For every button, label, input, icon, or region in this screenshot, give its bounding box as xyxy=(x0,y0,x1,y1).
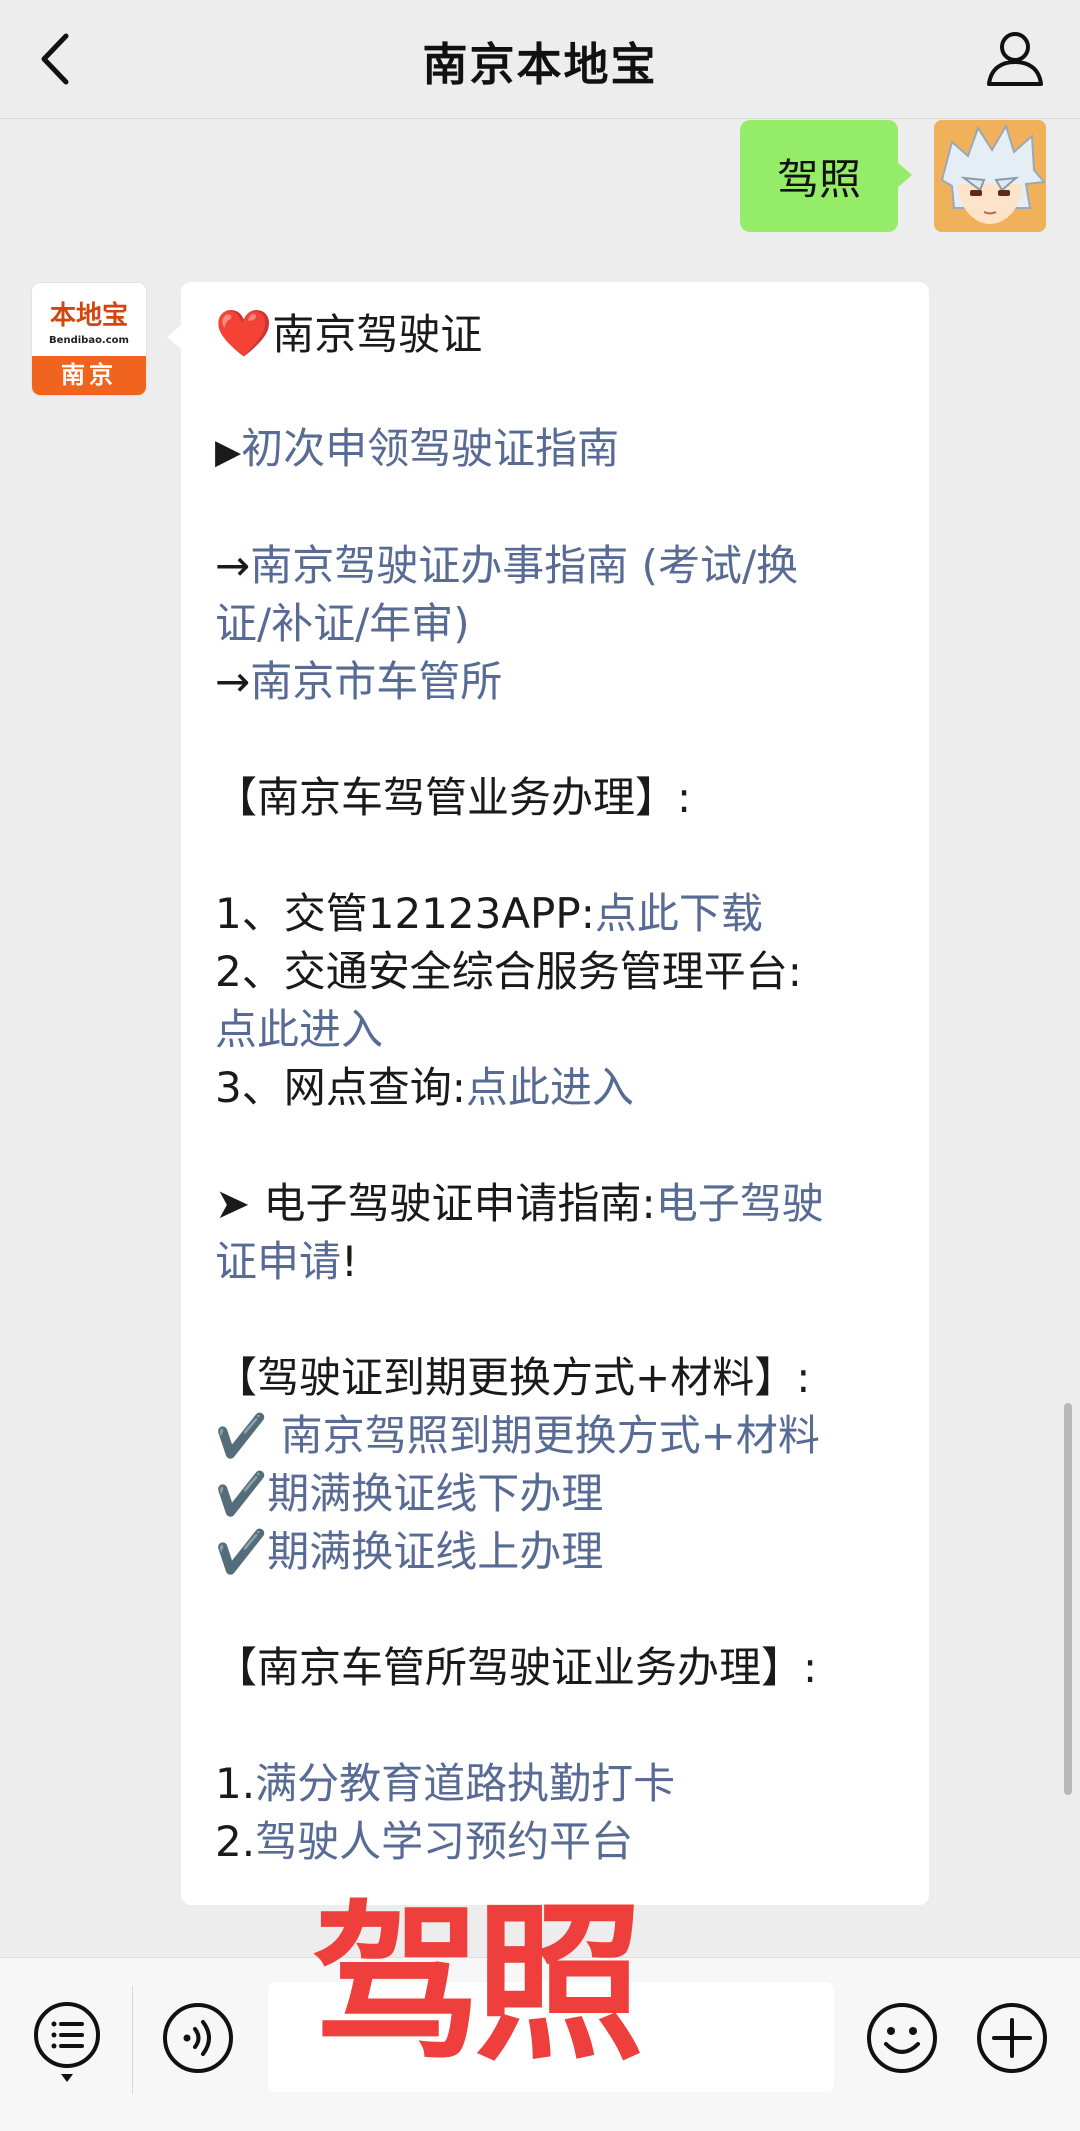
section-title-office-business: 【南京车管所驾驶证业务办理】: xyxy=(215,1643,818,1692)
emoji-button[interactable] xyxy=(864,2000,940,2076)
edl-suffix: ! xyxy=(341,1237,358,1286)
play-triangle-icon: ▶ xyxy=(215,432,242,472)
first-apply-link[interactable]: 初次申领驾驶证指南 xyxy=(241,424,619,473)
checkmark-icon: ✔️ xyxy=(215,1411,268,1460)
item-1-line: 1、交管12123APP:点此下载 xyxy=(215,885,899,943)
message-title: 南京驾驶证 xyxy=(272,310,483,359)
outgoing-message-bubble[interactable]: 驾照 xyxy=(740,120,912,232)
platform-enter-link[interactable]: 点此进入 xyxy=(215,1005,383,1054)
menu-button[interactable] xyxy=(30,1998,104,2084)
section-title-business: 【南京车驾管业务办理】: xyxy=(215,773,692,822)
item-2-line: 2、交通安全综合服务管理平台: xyxy=(215,943,899,1001)
edl-line-2: 证申请! xyxy=(215,1233,899,1291)
check-line-2: ✔️期满换证线下办理 xyxy=(215,1465,899,1523)
number-label: 2. xyxy=(215,1817,256,1866)
item-1-text: 1、交管12123APP: xyxy=(215,889,595,938)
menu-list-icon xyxy=(34,2002,100,2082)
overlay-caption: 驾照 xyxy=(312,1886,644,2084)
more-button[interactable] xyxy=(974,2000,1050,2076)
section-title-renewal: 【驾驶证到期更换方式+材料】: xyxy=(215,1353,811,1402)
my-avatar[interactable] xyxy=(934,120,1046,232)
item-3-text: 3、网点查询: xyxy=(215,1063,466,1112)
check-line-1: ✔️ 南京驾照到期更换方式+材料 xyxy=(215,1407,899,1465)
item-3-line: 3、网点查询:点此进入 xyxy=(215,1059,899,1117)
divider xyxy=(132,1986,133,2094)
logo-city: 南京 xyxy=(32,356,146,395)
scrollbar[interactable] xyxy=(1064,1403,1072,1795)
numbered-line-2: 2.驾驶人学习预约平台 xyxy=(215,1813,899,1871)
chat-header: 南京本地宝 xyxy=(0,0,1080,119)
full-score-education-link[interactable]: 满分教育道路执勤打卡 xyxy=(255,1759,675,1808)
edl-prefix: ➤ 电子驾驶证申请指南: xyxy=(215,1179,656,1228)
edl-link-continued[interactable]: 证申请 xyxy=(215,1237,341,1286)
page-title: 南京本地宝 xyxy=(422,38,658,91)
outgoing-message-text: 驾照 xyxy=(776,154,861,204)
office-line: →南京市车管所 xyxy=(215,653,899,711)
heart-emoji-icon: ❤️ xyxy=(215,306,273,360)
guide-link[interactable]: 南京驾驶证办事指南 (考试/换 xyxy=(250,541,798,590)
logo-domain: Bendibao.com xyxy=(49,335,129,346)
arrow-icon: → xyxy=(215,541,251,590)
checkmark-icon: ✔️ xyxy=(215,1469,268,1518)
incoming-message-bubble: ❤️南京驾驶证 ▶初次申领驾驶证指南 →南京驾驶证办事指南 (考试/换 证/补证… xyxy=(167,282,929,1905)
anime-avatar-image xyxy=(934,120,1046,232)
edl-link[interactable]: 电子驾驶 xyxy=(656,1179,824,1228)
arrow-icon: → xyxy=(215,657,251,706)
user-profile-icon xyxy=(987,32,1043,86)
outlet-query-link[interactable]: 点此进入 xyxy=(466,1063,634,1112)
emoji-icon xyxy=(867,2003,937,2073)
item-2-link-line: 点此进入 xyxy=(215,1001,899,1059)
renewal-materials-link[interactable]: 南京驾照到期更换方式+材料 xyxy=(267,1411,820,1460)
download-app-link[interactable]: 点此下载 xyxy=(595,889,763,938)
guide-line-1: →南京驾驶证办事指南 (考试/换 xyxy=(215,537,899,595)
guide-link-continued[interactable]: 证/补证/年审) xyxy=(215,599,470,648)
voice-icon xyxy=(163,2003,233,2073)
office-link[interactable]: 南京市车管所 xyxy=(250,657,502,706)
check-line-3: ✔️期满换证线上办理 xyxy=(215,1523,899,1581)
message-title-line: ❤️南京驾驶证 xyxy=(215,304,899,364)
voice-button[interactable] xyxy=(160,2000,236,2076)
offline-renewal-link[interactable]: 期满换证线下办理 xyxy=(267,1469,603,1518)
item-2-text: 2、交通安全综合服务管理平台: xyxy=(215,947,802,996)
online-renewal-link[interactable]: 期满换证线上办理 xyxy=(267,1527,603,1576)
profile-button[interactable] xyxy=(980,24,1050,94)
number-label: 1. xyxy=(215,1759,256,1808)
logo-top: 本地宝 Bendibao.com xyxy=(32,283,146,356)
bot-avatar[interactable]: 本地宝 Bendibao.com 南京 xyxy=(32,283,146,395)
numbered-line-1: 1.满分教育道路执勤打卡 xyxy=(215,1755,899,1813)
edl-line-1: ➤ 电子驾驶证申请指南:电子驾驶 xyxy=(215,1175,899,1233)
first-apply-line: ▶初次申领驾驶证指南 xyxy=(215,420,899,481)
logo-wordmark: 本地宝 xyxy=(49,301,128,331)
guide-line-2: 证/补证/年审) xyxy=(215,595,899,653)
driver-study-booking-link[interactable]: 驾驶人学习预约平台 xyxy=(255,1817,633,1866)
plus-icon xyxy=(977,2003,1047,2073)
checkmark-icon: ✔️ xyxy=(215,1527,268,1576)
